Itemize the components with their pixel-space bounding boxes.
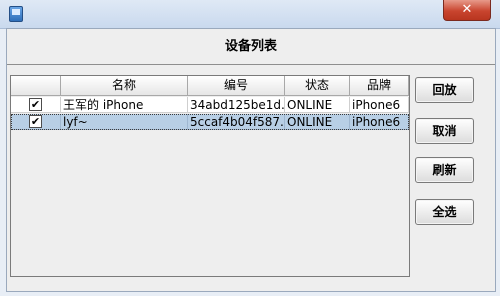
select-cell: ✔ [11, 97, 61, 113]
check-icon: ✔ [30, 98, 41, 111]
table-row[interactable]: ✔ 王军的 iPhone 34abd125be1d... ONLINE iPho… [11, 97, 409, 113]
row-checkbox[interactable]: ✔ [29, 115, 42, 128]
device-name-cell: 王军的 iPhone [61, 97, 188, 113]
refresh-button[interactable]: 刷新 [415, 157, 474, 183]
table-header: 名称 编号 状态 品牌 [11, 76, 409, 96]
header-panel: 设备列表 [7, 29, 495, 65]
dialog-frame: 设备列表 名称 编号 状态 品牌 ✔ 王军的 iPhone 34abd125be… [6, 28, 496, 292]
device-brand-cell: iPhone6 [350, 97, 409, 113]
select-all-button[interactable]: 全选 [415, 199, 474, 225]
app-icon [9, 6, 23, 22]
device-status-cell: ONLINE [285, 114, 350, 130]
column-header-brand[interactable]: 品牌 [350, 76, 409, 96]
title-bar: ✕ [0, 0, 500, 29]
check-icon: ✔ [30, 115, 41, 128]
device-name-cell: lyf~ [61, 114, 188, 130]
device-brand-cell: iPhone6 [350, 114, 409, 130]
row-checkbox[interactable]: ✔ [29, 98, 42, 111]
device-status-cell: ONLINE [285, 97, 350, 113]
close-icon: ✕ [461, 2, 473, 17]
close-button[interactable]: ✕ [443, 0, 491, 21]
device-table: 名称 编号 状态 品牌 ✔ 王军的 iPhone 34abd125be1d...… [10, 75, 410, 277]
playback-button[interactable]: 回放 [415, 77, 474, 103]
cancel-button[interactable]: 取消 [415, 118, 474, 144]
dialog-title: 设备列表 [224, 39, 277, 54]
device-id-cell: 34abd125be1d... [188, 97, 285, 113]
column-header-select[interactable] [11, 76, 61, 96]
select-cell: ✔ [11, 114, 61, 130]
column-header-name[interactable]: 名称 [61, 76, 188, 96]
table-row[interactable]: ✔ lyf~ 5ccaf4b04f587... ONLINE iPhone6 [11, 114, 409, 130]
column-header-status[interactable]: 状态 [285, 76, 350, 96]
device-id-cell: 5ccaf4b04f587... [188, 114, 285, 130]
column-header-id[interactable]: 编号 [188, 76, 285, 96]
